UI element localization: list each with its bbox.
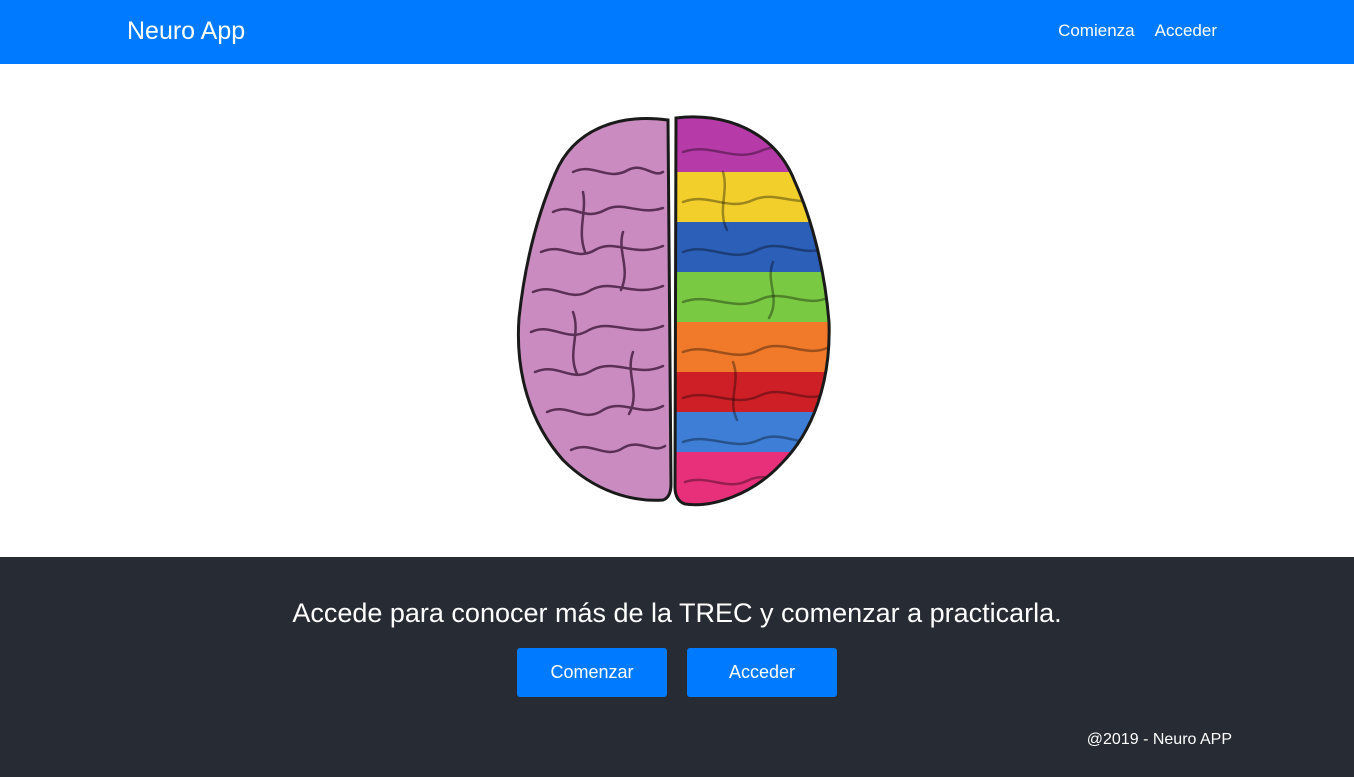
top-navbar: Neuro App Comienza Acceder: [0, 0, 1354, 64]
cta-text: Accede para conocer más de la TREC y com…: [292, 598, 1062, 628]
footer-section: Accede para conocer más de la TREC y com…: [0, 557, 1354, 777]
nav-link-acceder[interactable]: Acceder: [1155, 20, 1217, 42]
brand-link[interactable]: Neuro App: [127, 14, 245, 48]
acceder-button[interactable]: Acceder: [687, 648, 837, 697]
brain-illustration: [516, 115, 831, 507]
right-hemisphere: [675, 116, 830, 505]
copyright-text: @2019 - Neuro APP: [1086, 731, 1232, 748]
comenzar-button[interactable]: Comenzar: [517, 648, 667, 697]
nav-link-comienza[interactable]: Comienza: [1058, 20, 1135, 42]
hero-section: [0, 64, 1354, 557]
left-hemisphere: [516, 117, 673, 502]
nav-links: Comienza Acceder: [1058, 20, 1217, 42]
